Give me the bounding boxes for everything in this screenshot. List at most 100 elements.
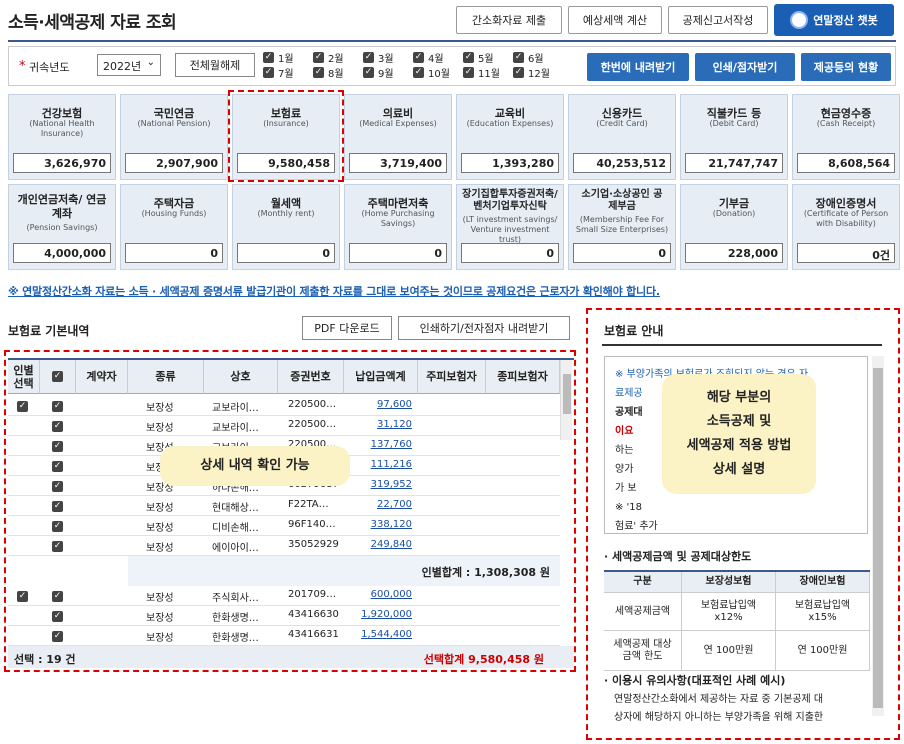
category-card-medical[interactable]: 의료비 (Medical Expenses) 3,719,400 [344, 94, 452, 180]
month-label: 5월 [478, 54, 494, 65]
print-braille-download-button[interactable]: 인쇄하기/전자점자 내려받기 [398, 316, 570, 340]
month-checkbox-5[interactable]: ✓ 5월 [463, 51, 494, 65]
card-subtitle: (Certificate of Person with Disability) [803, 209, 889, 228]
checkbox-icon: ✓ [413, 52, 424, 63]
category-card-disability-certificate[interactable]: 장애인증명서 (Certificate of Person with Disab… [792, 184, 900, 270]
card-amount: 0 [573, 243, 671, 263]
month-label: 10월 [428, 69, 450, 80]
page-title: 소득·세액공제 자료 조회 [8, 13, 177, 33]
card-subtitle: (Pension Savings) [26, 223, 98, 232]
checkbox-icon: ✓ [313, 52, 324, 63]
card-subtitle: (Membership Fee For Small Size Enterpris… [575, 215, 669, 234]
month-checkbox-10[interactable]: ✓ 10월 [413, 66, 450, 80]
card-title: 장기집합투자증권저축/ 벤처기업투자신탁 [462, 189, 558, 212]
checkbox-icon: ✓ [463, 67, 474, 78]
month-checkbox-1[interactable]: ✓ 1월 [263, 51, 294, 65]
month-label: 11월 [478, 69, 500, 80]
header-divider [8, 40, 896, 42]
year-select-value: 2022년 [103, 60, 142, 73]
card-amount: 0 [125, 243, 223, 263]
highlight-insurance-card [228, 90, 344, 182]
category-card-pension-savings[interactable]: 개인연금저축/ 연금계좌 (Pension Savings) 4,000,000 [8, 184, 116, 270]
card-amount: 2,907,900 [125, 153, 223, 173]
provision-status-button[interactable]: 제공등의 현황 [801, 53, 891, 81]
card-subtitle: (Education Expenses) [466, 119, 554, 128]
pdf-download-button[interactable]: PDF 다운로드 [302, 316, 392, 340]
category-card-debit-card[interactable]: 직불카드 등 (Debit Card) 21,747,747 [680, 94, 788, 180]
category-card-education[interactable]: 교육비 (Education Expenses) 1,393,280 [456, 94, 564, 180]
month-label: 2월 [328, 54, 344, 65]
checkbox-icon: ✓ [263, 52, 274, 63]
year-select[interactable]: 2022년 ⌄ [97, 54, 161, 76]
checkbox-icon: ✓ [263, 67, 274, 78]
card-subtitle: (National Pension) [137, 119, 211, 128]
month-checkbox-12[interactable]: ✓ 12월 [513, 66, 550, 80]
card-subtitle: (Debit Card) [709, 119, 759, 128]
card-amount: 0 [349, 243, 447, 263]
category-card-housing-funds[interactable]: 주택자금 (Housing Funds) 0 [120, 184, 228, 270]
category-card-lt-investment[interactable]: 장기집합투자증권저축/ 벤처기업투자신탁 (LT investment savi… [456, 184, 564, 270]
month-checkbox-6[interactable]: ✓ 6월 [513, 51, 544, 65]
month-checkbox-7[interactable]: ✓ 7월 [263, 66, 294, 80]
category-card-donation[interactable]: 기부금 (Donation) 228,000 [680, 184, 788, 270]
card-subtitle: (Cash Receipt) [816, 119, 876, 128]
notice-text: ※ 연말정산간소화 자료는 소득 · 세액공제 증명서류 발급기관이 제출한 자… [8, 285, 660, 298]
simplified-data-submit-button[interactable]: 간소화자료 제출 [456, 6, 562, 34]
month-label: 6월 [528, 54, 544, 65]
month-checkbox-11[interactable]: ✓ 11월 [463, 66, 500, 80]
checkbox-icon: ✓ [413, 67, 424, 78]
checkbox-icon: ✓ [513, 67, 524, 78]
card-title: 개인연금저축/ 연금계좌 [17, 193, 107, 220]
chatbot-logo-icon [790, 11, 809, 29]
download-all-button[interactable]: 한번에 내려받기 [587, 53, 689, 81]
month-checkbox-4[interactable]: ✓ 4월 [413, 51, 444, 65]
card-amount: 1,393,280 [461, 153, 559, 173]
month-label: 9월 [378, 69, 394, 80]
month-label: 8월 [328, 69, 344, 80]
card-subtitle: (Medical Expenses) [359, 119, 437, 128]
card-amount: 4,000,000 [13, 243, 111, 263]
deduction-form-button[interactable]: 공제신고서작성 [668, 6, 768, 34]
details-title: 보험료 기본내역 [8, 324, 90, 338]
category-card-small-business-fund[interactable]: 소기업·소상공인 공제부금 (Membership Fee For Small … [568, 184, 676, 270]
highlight-details-table [4, 350, 576, 672]
required-mark: * [19, 59, 26, 74]
category-card-credit-card[interactable]: 신용카드 (Credit Card) 40,253,512 [568, 94, 676, 180]
card-title: 소기업·소상공인 공제부금 [581, 189, 663, 212]
category-card-monthly-rent[interactable]: 월세액 (Monthly rent) 0 [232, 184, 340, 270]
month-checkbox-9[interactable]: ✓ 9월 [363, 66, 394, 80]
highlight-guide-panel [586, 308, 900, 740]
card-amount: 8,608,564 [797, 153, 895, 173]
year-label: 귀속년도 [29, 61, 70, 74]
toggle-all-months-button[interactable]: 전체월해제 [175, 53, 255, 77]
card-amount: 0 [237, 243, 335, 263]
category-card-national-pension[interactable]: 국민연금 (National Pension) 2,907,900 [120, 94, 228, 180]
month-label: 7월 [278, 69, 294, 80]
card-amount: 0 [461, 243, 559, 263]
card-amount: 3,626,970 [13, 153, 111, 173]
checkbox-icon: ✓ [363, 67, 374, 78]
filter-bar: * 귀속년도 2022년 ⌄ 전체월해제 ✓ 1월 ✓ 2월 ✓ 3월 ✓ 4월 ✓ 5월… [8, 46, 896, 86]
card-subtitle: (Monthly rent) [257, 209, 315, 218]
month-checkbox-8[interactable]: ✓ 8월 [313, 66, 344, 80]
estimate-tax-button[interactable]: 예상세액 계산 [568, 6, 662, 34]
card-subtitle: (Credit Card) [596, 119, 648, 128]
print-braille-button[interactable]: 인쇄/점자받기 [695, 53, 795, 81]
card-amount: 21,747,747 [685, 153, 783, 173]
month-checkbox-3[interactable]: ✓ 3월 [363, 51, 394, 65]
month-label: 1월 [278, 54, 294, 65]
card-subtitle: (Housing Funds) [141, 209, 207, 218]
card-subtitle: (Home Purchasing Savings) [361, 209, 435, 228]
category-card-cash-receipt[interactable]: 현금영수증 (Cash Receipt) 8,608,564 [792, 94, 900, 180]
month-checkbox-2[interactable]: ✓ 2월 [313, 51, 344, 65]
card-subtitle: (LT investment savings/ Venture investme… [462, 215, 558, 244]
card-amount: 228,000 [685, 243, 783, 263]
chatbot-label: 연말정산 챗봇 [813, 14, 878, 27]
month-label: 12월 [528, 69, 550, 80]
month-label: 4월 [428, 54, 444, 65]
chatbot-button[interactable]: 연말정산 챗봇 [774, 4, 894, 36]
month-label: 3월 [378, 54, 394, 65]
card-amount: 3,719,400 [349, 153, 447, 173]
category-card-health-insurance[interactable]: 건강보험 (National Health Insurance) 3,626,9… [8, 94, 116, 180]
category-card-home-purchase-savings[interactable]: 주택마련저축 (Home Purchasing Savings) 0 [344, 184, 452, 270]
